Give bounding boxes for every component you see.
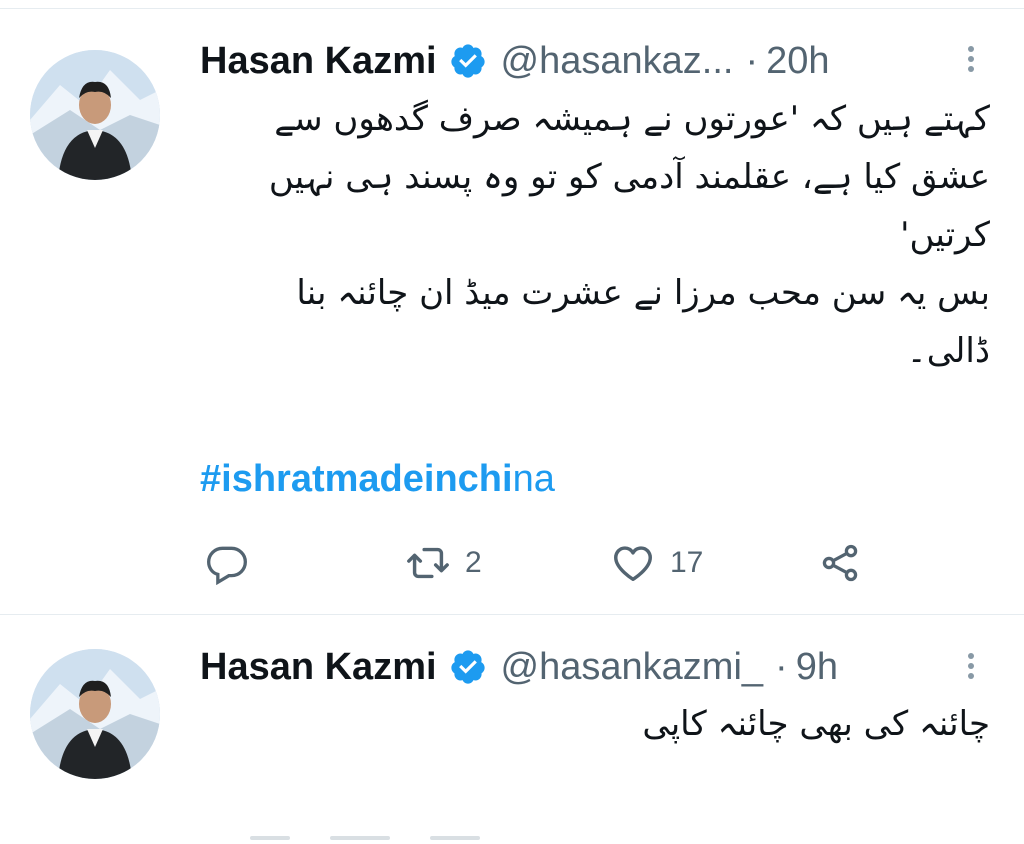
tweet-header: Hasan Kazmi @hasankaz... · 20h <box>200 36 830 86</box>
reply-button[interactable] <box>205 533 249 593</box>
like-count: 17 <box>670 546 704 579</box>
more-vertical-icon[interactable] <box>962 42 980 82</box>
avatar[interactable] <box>30 50 160 180</box>
timestamp[interactable]: 9h <box>796 646 838 689</box>
tweet-text: کہتے ہیں کہ 'عورتوں نے ہمیشہ صرف گدھوں س… <box>200 90 990 380</box>
author-name[interactable]: Hasan Kazmi <box>200 40 437 83</box>
author-name[interactable]: Hasan Kazmi <box>200 646 437 689</box>
cut-off-action-bar <box>250 825 610 840</box>
reply-icon <box>205 541 249 585</box>
separator-dot: · <box>775 645 788 688</box>
author-handle[interactable]: @hasankaz... <box>501 40 734 83</box>
verified-badge-icon <box>449 648 487 686</box>
tweet-text-line: بس یہ سن محب مرزا نے عشرت میڈ ان چائنہ ب… <box>296 273 990 313</box>
share-button[interactable] <box>818 533 862 593</box>
tweet-header: Hasan Kazmi @hasankazmi_ · 9h <box>200 642 838 692</box>
tweet-text-line: کرتیں' <box>900 215 990 255</box>
hashtag-bold: #ishratmadeinchi <box>200 458 513 500</box>
like-button[interactable]: 17 <box>610 533 703 593</box>
heart-icon <box>610 540 656 586</box>
avatar[interactable] <box>30 649 160 779</box>
author-handle[interactable]: @hasankazmi_ <box>501 646 763 689</box>
separator-dot: · <box>745 39 759 82</box>
tweet-text-line: چائنہ کی بھی چائنہ کاپی <box>642 704 990 744</box>
more-vertical-icon[interactable] <box>962 649 980 689</box>
tweet-text-line: کہتے ہیں کہ 'عورتوں نے ہمیشہ صرف گدھوں س… <box>274 99 990 139</box>
verified-badge-icon <box>449 42 487 80</box>
retweet-icon <box>405 540 451 586</box>
tweet-text: چائنہ کی بھی چائنہ کاپی <box>200 695 990 753</box>
share-icon <box>818 541 862 585</box>
tweet-text-line: ڈالی۔ <box>906 331 990 371</box>
hashtag-tail: na <box>512 458 555 500</box>
retweet-button[interactable]: 2 <box>405 533 482 593</box>
action-bar: 2 17 <box>200 533 980 593</box>
timestamp[interactable]: 20h <box>766 40 829 83</box>
tweet[interactable]: Hasan Kazmi @hasankaz... · 20h کہتے ہیں … <box>0 8 1024 615</box>
tweet[interactable]: Hasan Kazmi @hasankazmi_ · 9h چائنہ کی ب… <box>0 615 1024 840</box>
tweet-text-line: عشق کیا ہے، عقلمند آدمی کو تو وہ پسند ہی… <box>268 157 990 197</box>
retweet-count: 2 <box>465 546 482 579</box>
hashtag-link[interactable]: #ishratmadeinchina <box>200 458 555 501</box>
